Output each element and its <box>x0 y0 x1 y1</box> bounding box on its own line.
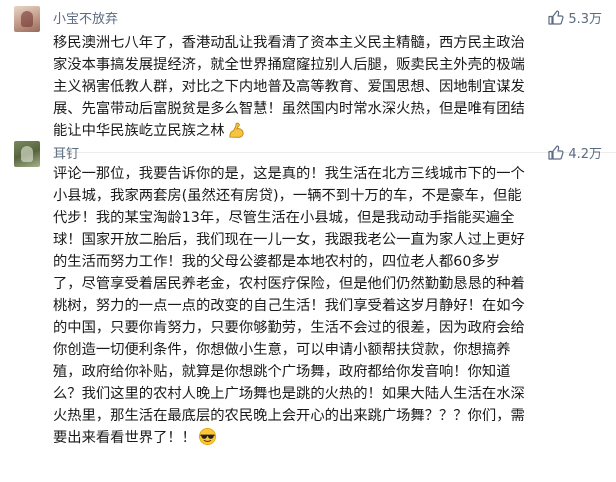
divider <box>53 152 616 153</box>
comment-line: 小县城，我家两套房(虽然还有房贷)，一辆不到十万的车，不是豪车，但能 <box>53 188 522 204</box>
sunglasses-emoji <box>199 428 216 445</box>
avatar[interactable] <box>14 6 40 32</box>
comment-line: 你创造一切便利条件，你想做小生意，可以申请小额帮扶贷款，你想搞养 <box>53 342 511 358</box>
comment-line: 的生活而努力工作！我的父母公婆都是本地农村的，四位老人都60多岁 <box>53 254 501 270</box>
like-count: 5.3万 <box>568 12 602 27</box>
comment-line: 要出来看看世界了！！ <box>53 430 196 446</box>
thumbs-up-icon <box>548 10 564 25</box>
comment-text: 移民澳洲七八年了，香港动乱让我看清了资本主义民主精髓，西方民主政治 家没本事搞发… <box>53 32 609 142</box>
comment-line: 移民澳洲七八年了，香港动乱让我看清了资本主义民主精髓，西方民主政治 <box>53 35 525 51</box>
comment-username[interactable]: 耳钉 <box>53 143 79 162</box>
thumbs-up-icon <box>548 145 564 160</box>
flexed-biceps-emoji <box>228 122 244 138</box>
comment-line: 火热里，那生活在最底层的农民晚上会开心的出来跳广场舞？？？你们，需 <box>53 408 525 424</box>
comment-line: 评论一那位，我要告诉你的是，这是真的！我生活在北方三线城市下的一个 <box>53 166 525 182</box>
comment-line: 么？我们这里的农村人晚上广场舞也是跳的火热的！如果大陆人生活在水深 <box>53 386 525 402</box>
comment-line: 桃树，努力的一点一点的改变的自己生活！我们享受着这岁月静好！在如今 <box>53 298 525 314</box>
comment-line: 主义祸害低教人群，对比之下内地普及高等教育、爱国思想、因地制宜谋发 <box>53 79 525 95</box>
like-count: 4.2万 <box>568 147 602 162</box>
comment-line: 了，尽管享受着居民养老金，农村医疗保险，但是他们仍然勤勤恳恳的种着 <box>53 276 525 292</box>
avatar[interactable] <box>14 141 40 167</box>
like-button[interactable]: 4.2万 <box>548 143 602 162</box>
comment-line: 代步！我的某宝淘龄13年，尽管生活在小县城，但是我动动手指能买遍全 <box>53 210 515 226</box>
comment-line: 家没本事搞发展提经济，就全世界捅窟窿拉别人后腿，贩卖民主外壳的极端 <box>53 57 525 73</box>
comment-line: 的中国，只要你肯努力，只要你够勤劳，生活不会过的很差，因为政府会给 <box>53 320 525 336</box>
comment-line: 球！国家开放二胎后，我们现在一儿一女，我跟我老公一直为家人过上更好 <box>53 232 525 248</box>
comment-username[interactable]: 小宝不放弃 <box>53 8 118 27</box>
comment-line: 能让中华民族屹立民族之林 <box>53 123 225 139</box>
comment-line: 殖，政府给你补贴，就算是你想跳个广场舞，政府都给你发音响！你知道 <box>53 364 511 380</box>
comment-line: 展、先富带动后富脱贫是多么智慧！虽然国内时常水深火热，但是唯有团结 <box>53 101 525 117</box>
like-button[interactable]: 5.3万 <box>548 8 602 27</box>
comment-text: 评论一那位，我要告诉你的是，这是真的！我生活在北方三线城市下的一个 小县城，我家… <box>53 163 609 449</box>
